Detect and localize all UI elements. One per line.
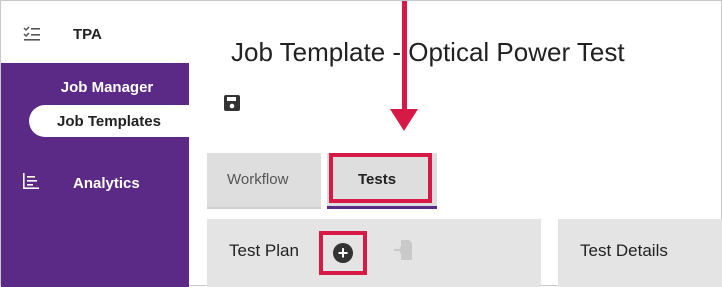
test-details-panel: Test Details (558, 219, 722, 287)
annotation-arrow-line (402, 1, 407, 113)
app-name: TPA (73, 26, 102, 43)
save-icon[interactable] (223, 94, 241, 112)
sidebar: TPA Job Manager Job Templates Analytics (1, 1, 199, 287)
annotation-highlight-box (329, 153, 432, 203)
nav-item-label: Job Templates (57, 113, 161, 130)
tab-workflow[interactable]: Workflow (207, 153, 321, 209)
page-title: Job Template - Optical Power Test (231, 37, 625, 67)
import-file-icon[interactable] (393, 239, 413, 261)
bar-chart-icon (23, 173, 39, 189)
nav-item-analytics[interactable]: Analytics (73, 175, 140, 192)
tab-label: Workflow (227, 171, 289, 188)
nav-panel: Job Manager Job Templates Analytics (1, 63, 199, 287)
app-header: TPA (1, 1, 189, 63)
test-plan-panel: Test Plan + (207, 219, 541, 287)
test-details-title: Test Details (580, 241, 668, 260)
checklist-icon[interactable] (23, 25, 41, 43)
nav-section-job-manager[interactable]: Job Manager (1, 79, 189, 96)
annotation-arrow-head (390, 109, 418, 131)
test-plan-title: Test Plan (229, 241, 299, 260)
tabs: Workflow Tests (207, 153, 722, 209)
add-test-button[interactable]: + (319, 231, 367, 275)
add-circle-icon: + (333, 243, 353, 263)
nav-item-job-templates[interactable]: Job Templates (29, 105, 199, 137)
